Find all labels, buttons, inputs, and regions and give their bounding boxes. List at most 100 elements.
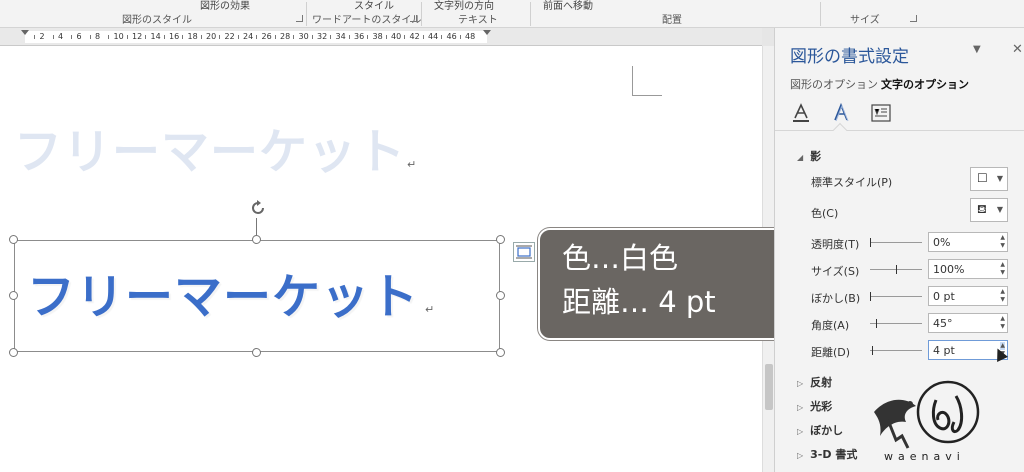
shadow-row-spinbox[interactable]: 45° ▲ ▼ xyxy=(928,313,1008,333)
annotation-callout: 色…白色 距離… 4 pt xyxy=(538,228,786,340)
spin-down-icon[interactable]: ▼ xyxy=(1000,269,1005,277)
ruler-tick-label: 16 xyxy=(169,32,180,41)
section-label: 光彩 xyxy=(810,400,833,413)
slider-thumb[interactable] xyxy=(872,346,873,355)
shadow-row-spinbox[interactable]: 100% ▲ ▼ xyxy=(928,259,1008,279)
collapsed-triangle-icon: ▷ xyxy=(797,451,804,460)
ruler-minor-tick xyxy=(441,35,443,39)
close-icon[interactable]: ✕ xyxy=(1012,42,1023,57)
ruler-tick-label: 8 xyxy=(95,32,101,41)
chevron-down-icon: ▼ xyxy=(996,174,1003,183)
spin-down-icon[interactable]: ▼ xyxy=(1000,296,1005,304)
selected-textbox[interactable]: フリーマーケット ↵ xyxy=(14,240,500,352)
ruler-tick-label: 42 xyxy=(409,32,420,41)
ruler-tick-label: 34 xyxy=(335,32,346,41)
right-indent-marker-icon[interactable] xyxy=(483,30,491,35)
color-label: 色(C) xyxy=(811,207,839,220)
ruler-minor-tick xyxy=(34,35,36,39)
spin-down-icon[interactable]: ▼ xyxy=(1000,323,1005,331)
rotate-handle-icon[interactable] xyxy=(248,198,268,218)
collapsed-triangle-icon: ▷ xyxy=(797,427,804,436)
resize-handle-bottom[interactable] xyxy=(252,348,261,357)
ruler-tick-label: 32 xyxy=(317,32,328,41)
indent-marker-icon[interactable] xyxy=(21,30,29,35)
resize-handle-bottom-left[interactable] xyxy=(9,348,18,357)
spin-down-icon[interactable]: ▼ xyxy=(1000,242,1005,250)
wordart-launcher-icon[interactable] xyxy=(410,15,417,22)
pane-options-chevron-icon[interactable]: ▼ xyxy=(973,44,981,55)
section-header[interactable]: ▷ 3-D 書式 xyxy=(797,446,857,462)
ruler-minor-tick xyxy=(256,35,258,39)
section-header[interactable]: ▷ 光彩 xyxy=(797,398,832,414)
resize-handle-top-left[interactable] xyxy=(9,235,18,244)
section-header[interactable]: ▷ 反射 xyxy=(797,374,832,390)
ruler-tick-label: 22 xyxy=(224,32,235,41)
ruler-tick-label: 10 xyxy=(113,32,124,41)
ruler-minor-tick xyxy=(145,35,147,39)
section-label: 反射 xyxy=(810,376,833,389)
tab-text-options[interactable]: 文字のオプション xyxy=(881,76,969,92)
ruler-tick-label: 26 xyxy=(261,32,272,41)
shadow-row-label: 透明度(T) xyxy=(811,238,860,251)
ribbon-shape-effects-fragment[interactable]: 図形の効果 xyxy=(200,0,250,12)
ruler-tick-label: 12 xyxy=(132,32,143,41)
resize-handle-top-right[interactable] xyxy=(496,235,505,244)
spin-up-icon[interactable]: ▲ xyxy=(1000,315,1005,323)
ribbon-separator xyxy=(421,2,422,26)
paragraph-mark: ↵ xyxy=(425,303,435,316)
resize-handle-bottom-right[interactable] xyxy=(496,348,505,357)
paint-bucket-icon: ⛾ xyxy=(977,202,987,216)
spinbox-value: 0% xyxy=(933,236,951,249)
size-launcher-icon[interactable] xyxy=(910,15,917,22)
shadow-row-spinbox[interactable]: 0 pt ▲ ▼ xyxy=(928,286,1008,306)
resize-handle-right[interactable] xyxy=(496,291,505,300)
ruler-tick-label: 2 xyxy=(39,32,45,41)
ruler-minor-tick xyxy=(385,35,387,39)
ribbon-separator xyxy=(820,2,821,26)
section-header[interactable]: ▷ ぼかし xyxy=(797,422,843,438)
spin-up-icon[interactable]: ▲ xyxy=(1000,288,1005,296)
layout-options-icon[interactable] xyxy=(513,242,535,262)
ruler-tick-label: 44 xyxy=(428,32,439,41)
shadow-row-label: 距離(D) xyxy=(811,346,851,359)
slider-thumb[interactable] xyxy=(896,265,897,274)
text-fill-icon[interactable] xyxy=(790,102,812,124)
resize-handle-left[interactable] xyxy=(9,291,18,300)
textbox-icon[interactable] xyxy=(870,102,892,124)
shadow-row-slider[interactable] xyxy=(870,319,922,328)
slider-track xyxy=(870,323,922,324)
shadow-row-slider[interactable] xyxy=(870,346,922,355)
ruler-minor-tick xyxy=(108,35,110,39)
ruler-tick-label: 38 xyxy=(372,32,383,41)
shadow-color-dropdown[interactable]: ⛾ ▼ xyxy=(970,198,1008,222)
spin-up-icon[interactable]: ▲ xyxy=(1000,234,1005,242)
slider-thumb[interactable] xyxy=(876,319,877,328)
ruler-minor-tick xyxy=(219,35,221,39)
shadow-presets-dropdown[interactable]: ☐ ▼ xyxy=(970,167,1008,191)
shadow-row-slider[interactable] xyxy=(870,238,922,247)
shadow-row-spinbox[interactable]: 0% ▲ ▼ xyxy=(928,232,1008,252)
scrollbar-thumb[interactable] xyxy=(765,364,773,410)
section-shadow-label: 影 xyxy=(810,150,822,163)
ruler-tick-label: 18 xyxy=(187,32,198,41)
ruler-minor-tick xyxy=(274,35,276,39)
ribbon-bring-forward-fragment[interactable]: 前面へ移動 xyxy=(543,0,593,12)
resize-handle-top[interactable] xyxy=(252,235,261,244)
shadow-row-label: ぼかし(B) xyxy=(811,292,861,305)
ruler-minor-tick xyxy=(237,35,239,39)
ribbon-group-text: テキスト xyxy=(458,15,498,26)
section-shadow-header[interactable]: ◢ 影 xyxy=(797,148,821,164)
spin-up-icon[interactable]: ▲ xyxy=(1000,261,1005,269)
ruler-minor-tick xyxy=(311,35,313,39)
shadow-row-slider[interactable] xyxy=(870,292,922,301)
tab-shape-options[interactable]: 図形のオプション xyxy=(790,76,878,92)
ruler-tick-label: 14 xyxy=(150,32,161,41)
slider-thumb[interactable] xyxy=(870,238,871,247)
shape-styles-launcher-icon[interactable] xyxy=(296,15,303,22)
shadow-row-slider[interactable] xyxy=(870,265,922,274)
horizontal-ruler[interactable]: 2 4 6 8 10 12 14 16 18 20 22 24 26 28 30 32 34 36 38 40 42 44… xyxy=(0,28,762,46)
main-title-text[interactable]: フリーマーケット xyxy=(27,257,419,327)
text-effects-icon[interactable] xyxy=(830,102,852,124)
slider-thumb[interactable] xyxy=(870,292,871,301)
ruler-tick-label: 20 xyxy=(206,32,217,41)
